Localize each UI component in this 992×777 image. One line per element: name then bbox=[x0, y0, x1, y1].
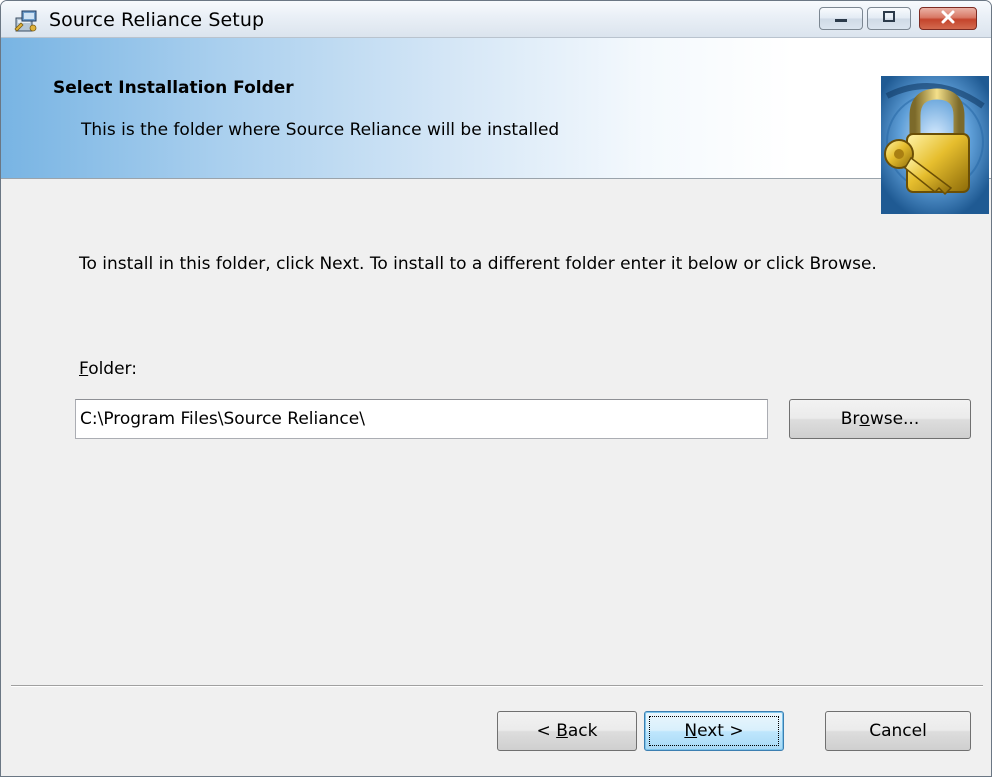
next-label-post: ext > bbox=[697, 721, 744, 741]
next-label-accel: N bbox=[684, 721, 698, 741]
back-label-post: ack bbox=[567, 721, 598, 741]
browse-label-post: wse... bbox=[869, 409, 920, 429]
folder-label: Folder: bbox=[79, 359, 137, 379]
title-bar[interactable]: Source Reliance Setup bbox=[1, 1, 991, 38]
browse-label-accel: o bbox=[859, 409, 870, 429]
back-button[interactable]: < Back bbox=[497, 711, 637, 751]
minimize-button[interactable] bbox=[819, 7, 863, 30]
browse-button[interactable]: Br o wse... bbox=[789, 399, 971, 439]
padlock-key-icon bbox=[881, 76, 989, 214]
browse-label-pre: Br bbox=[840, 409, 860, 429]
back-label-accel: B bbox=[556, 721, 568, 741]
header-banner: Select Installation Folder This is the f… bbox=[1, 38, 991, 214]
folder-path-input[interactable] bbox=[75, 399, 768, 439]
folder-label-accelerator: F bbox=[79, 359, 89, 379]
maximize-button[interactable] bbox=[867, 7, 911, 30]
close-button[interactable] bbox=[919, 7, 977, 30]
close-icon bbox=[939, 9, 957, 28]
back-label-pre: < bbox=[536, 721, 557, 741]
minimize-icon bbox=[833, 9, 849, 28]
maximize-icon bbox=[881, 9, 897, 28]
banner-subtitle: This is the folder where Source Reliance… bbox=[81, 120, 560, 140]
window-title: Source Reliance Setup bbox=[49, 9, 265, 31]
installer-icon bbox=[13, 9, 39, 33]
footer-divider bbox=[11, 685, 983, 687]
folder-label-text: older: bbox=[88, 359, 137, 379]
setup-window: Source Reliance Setup Select Installatio… bbox=[0, 0, 992, 777]
instructions-text: To install in this folder, click Next. T… bbox=[79, 254, 877, 274]
next-button[interactable]: Next > bbox=[644, 711, 784, 751]
cancel-button[interactable]: Cancel bbox=[825, 711, 971, 751]
banner-title: Select Installation Folder bbox=[53, 78, 294, 98]
